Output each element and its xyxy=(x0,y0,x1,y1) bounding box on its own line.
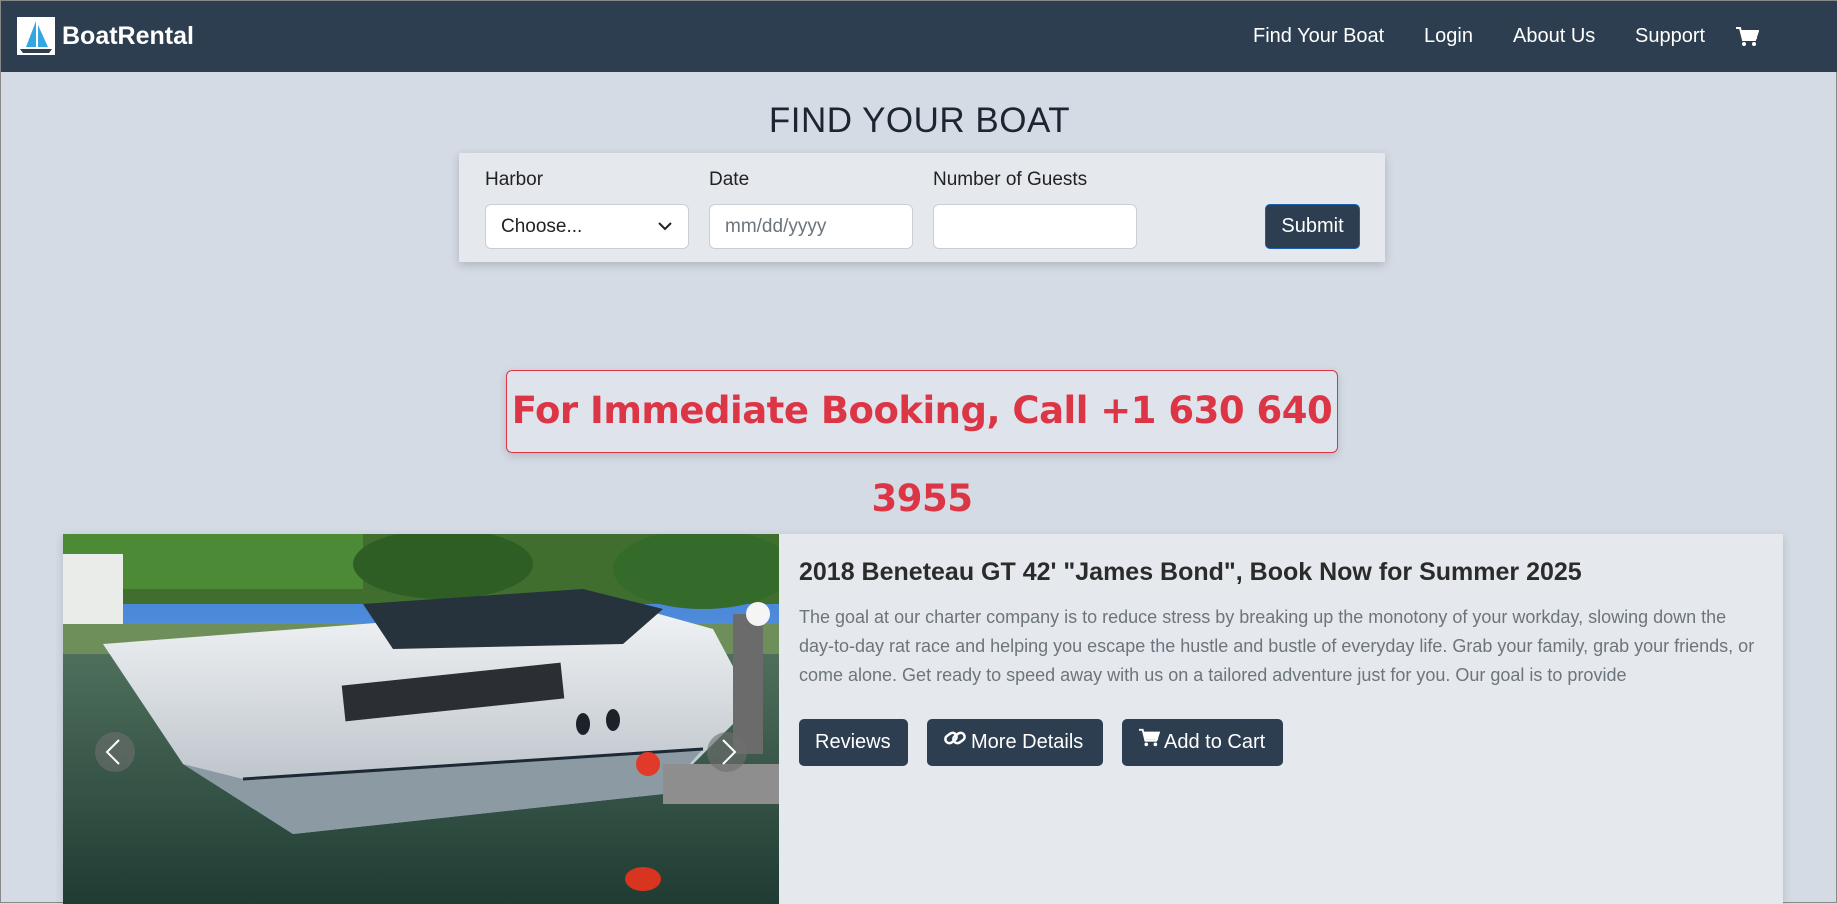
nav-about-us[interactable]: About Us xyxy=(1513,25,1595,48)
brand-name: BoatRental xyxy=(62,21,194,50)
reviews-button[interactable]: Reviews xyxy=(799,719,908,766)
boat-card-body: 2018 Beneteau GT 42' "James Bond", Book … xyxy=(799,558,1765,766)
harbor-label: Harbor xyxy=(485,169,544,190)
more-details-label: More Details xyxy=(971,731,1084,753)
nav-find-your-boat[interactable]: Find Your Boat xyxy=(1253,25,1384,48)
cart-icon[interactable] xyxy=(1735,26,1760,53)
brand[interactable]: BoatRental xyxy=(17,17,194,55)
harbor-select[interactable]: Choose... xyxy=(485,204,689,249)
link-icon xyxy=(943,719,967,766)
guests-label: Number of Guests xyxy=(933,169,1088,190)
page-title: FIND YOUR BOAT xyxy=(768,101,1071,140)
chevron-left-icon xyxy=(105,739,120,765)
date-label: Date xyxy=(709,169,750,190)
date-input[interactable]: mm/dd/yyyy xyxy=(709,204,913,249)
carousel-next-button[interactable] xyxy=(707,732,747,772)
guests-input[interactable] xyxy=(933,204,1137,249)
more-details-button[interactable]: More Details xyxy=(927,719,1103,766)
nav-login[interactable]: Login xyxy=(1424,25,1473,48)
chevron-right-icon xyxy=(722,739,737,765)
boat-title: 2018 Beneteau GT 42' "James Bond", Book … xyxy=(799,558,1582,586)
sailboat-logo-icon xyxy=(17,17,55,55)
search-form: Harbor Choose... Date mm/dd/yyyy Number … xyxy=(459,153,1385,262)
call-banner-text: For Immediate Booking, Call +1 630 640 3… xyxy=(511,389,1333,520)
carousel-prev-button[interactable] xyxy=(95,732,135,772)
nav-support[interactable]: Support xyxy=(1635,25,1705,48)
add-to-cart-label: Add to Cart xyxy=(1164,731,1266,753)
date-placeholder: mm/dd/yyyy xyxy=(725,216,827,237)
cart-icon xyxy=(1138,719,1161,766)
boat-card: 2018 Beneteau GT 42' "James Bond", Book … xyxy=(63,534,1783,904)
top-navbar: BoatRental Find Your Boat Login About Us… xyxy=(1,1,1837,72)
chevron-down-icon xyxy=(658,205,672,264)
call-banner: For Immediate Booking, Call +1 630 640 3… xyxy=(506,370,1338,520)
add-to-cart-button[interactable]: Add to Cart xyxy=(1122,719,1283,766)
boat-photo xyxy=(63,534,779,904)
submit-button[interactable]: Submit xyxy=(1265,204,1360,249)
boat-image-carousel[interactable] xyxy=(63,534,779,904)
harbor-selected-value: Choose... xyxy=(501,216,583,237)
reviews-button-label: Reviews xyxy=(815,731,891,753)
boat-description: The goal at our charter company is to re… xyxy=(799,607,1755,685)
